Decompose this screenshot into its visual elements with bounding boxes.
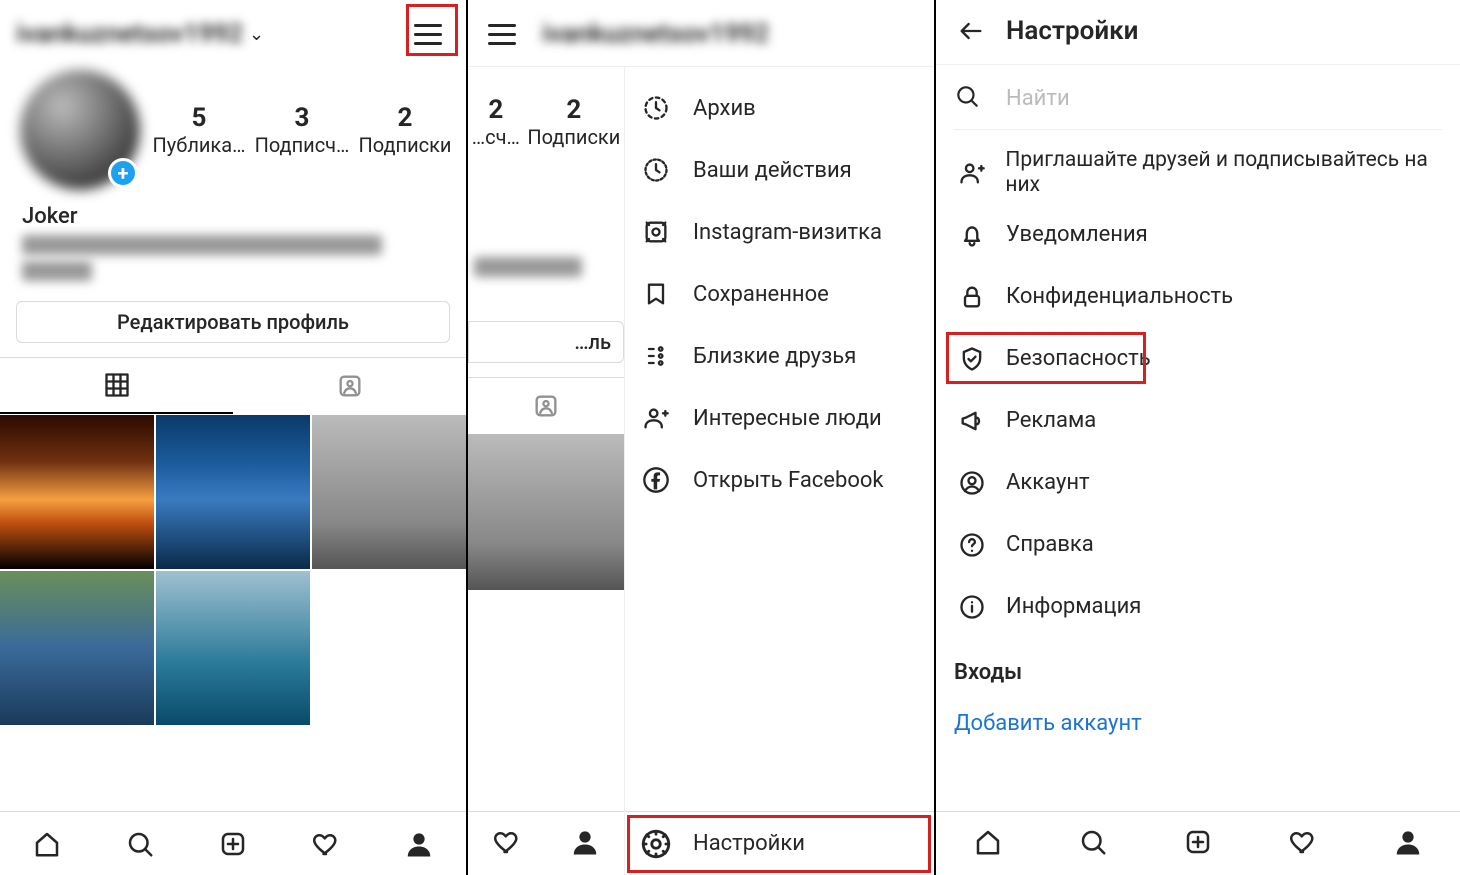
bell-icon bbox=[954, 217, 990, 253]
settings-gear-icon bbox=[639, 827, 673, 861]
search-icon bbox=[954, 83, 984, 113]
hamburger-menu-button[interactable] bbox=[406, 14, 450, 54]
add-story-icon[interactable]: + bbox=[108, 158, 138, 188]
edit-profile-frag: …ль bbox=[468, 321, 624, 363]
chevron-down-icon[interactable]: ⌄ bbox=[249, 24, 264, 45]
profile-tabs bbox=[0, 357, 466, 414]
nav-search-icon[interactable] bbox=[123, 827, 157, 861]
nav-activity-icon[interactable] bbox=[1288, 827, 1318, 861]
invite-friends-icon bbox=[954, 155, 989, 191]
add-account-link[interactable]: Добавить аккаунт bbox=[936, 689, 1460, 758]
nav-activity-icon[interactable] bbox=[492, 827, 522, 861]
nav-create-icon[interactable] bbox=[216, 827, 250, 861]
drawer-item[interactable]: Ваши действия bbox=[625, 139, 934, 201]
post-thumbnail[interactable] bbox=[312, 415, 466, 569]
page-title: Настройки bbox=[1006, 16, 1138, 46]
edit-profile-button[interactable]: Редактировать профиль bbox=[16, 301, 450, 343]
back-button[interactable] bbox=[954, 14, 988, 48]
drawer-settings-button[interactable]: Настройки bbox=[625, 811, 934, 875]
nametag-icon bbox=[639, 215, 673, 249]
nav-activity-icon[interactable] bbox=[309, 827, 343, 861]
bottom-nav bbox=[936, 811, 1460, 875]
hamburger-menu-button[interactable] bbox=[480, 14, 524, 54]
nav-home-icon[interactable] bbox=[973, 827, 1003, 861]
drawer-pane: ivankuznetsov1992 2 …сч… 2 Подписки …ль bbox=[468, 0, 936, 875]
settings-item[interactable]: Аккаунт bbox=[936, 452, 1460, 514]
post-thumbnail[interactable] bbox=[156, 571, 310, 725]
bottom-nav bbox=[0, 811, 466, 875]
search-placeholder: Найти bbox=[1006, 86, 1070, 111]
info-icon bbox=[954, 589, 990, 625]
facebook-icon bbox=[639, 463, 673, 497]
help-icon bbox=[954, 527, 990, 563]
drawer-item[interactable]: Открыть Facebook bbox=[625, 449, 934, 511]
bookmark-icon bbox=[639, 277, 673, 311]
nav-profile-icon[interactable] bbox=[1393, 827, 1423, 861]
stat-followers[interactable]: 3 Подписч… bbox=[255, 103, 350, 157]
post-thumbnail[interactable] bbox=[0, 415, 154, 569]
shield-check-icon bbox=[954, 341, 990, 377]
settings-item[interactable]: Уведомления bbox=[936, 204, 1460, 266]
drawer-item[interactable]: Instagram-визитка bbox=[625, 201, 934, 263]
drawer-item[interactable]: Близкие друзья bbox=[625, 325, 934, 387]
drawer-item[interactable]: Сохраненное bbox=[625, 263, 934, 325]
post-thumbnail[interactable] bbox=[0, 571, 154, 725]
settings-item[interactable]: Безопасность bbox=[936, 328, 1460, 390]
profile-pane: ivankuznetsov1992 ⌄ + 5 Публика… 3 Подпи… bbox=[0, 0, 468, 875]
lock-icon bbox=[954, 279, 990, 315]
tab-grid[interactable] bbox=[0, 358, 233, 414]
search-row[interactable]: Найти bbox=[954, 83, 1442, 130]
post-thumbnail[interactable] bbox=[156, 415, 310, 569]
settings-pane: Настройки Найти Приглашайте друзей и под… bbox=[936, 0, 1460, 875]
account-icon bbox=[954, 465, 990, 501]
drawer-item[interactable]: Интересные люди bbox=[625, 387, 934, 449]
side-drawer: АрхивВаши действияInstagram-визиткаСохра… bbox=[624, 67, 934, 875]
drawer-username: ivankuznetsov1992 bbox=[542, 19, 769, 49]
settings-item[interactable]: Реклама bbox=[936, 390, 1460, 452]
settings-item[interactable]: Конфиденциальность bbox=[936, 266, 1460, 328]
section-logins: Входы bbox=[936, 642, 1460, 689]
settings-item[interactable]: Справка bbox=[936, 514, 1460, 576]
settings-item[interactable]: Приглашайте друзей и подписывайтесь на н… bbox=[936, 142, 1460, 204]
close-friends-icon bbox=[639, 339, 673, 373]
discover-people-icon bbox=[639, 401, 673, 435]
bio-line bbox=[22, 261, 92, 281]
stat-posts[interactable]: 5 Публика… bbox=[153, 103, 246, 157]
username[interactable]: ivankuznetsov1992 bbox=[16, 19, 243, 49]
nav-profile-icon[interactable] bbox=[570, 827, 600, 861]
tab-tagged[interactable] bbox=[233, 358, 466, 414]
nav-create-icon[interactable] bbox=[1183, 827, 1213, 861]
nav-profile-icon[interactable] bbox=[402, 827, 436, 861]
display-name: Joker bbox=[22, 204, 444, 229]
post-thumbnail-empty bbox=[312, 571, 466, 725]
avatar[interactable]: + bbox=[20, 70, 140, 190]
bio-line bbox=[22, 235, 382, 255]
profile-underlay: 2 …сч… 2 Подписки …ль bbox=[468, 67, 624, 875]
stat-following[interactable]: 2 Подписки bbox=[358, 103, 451, 157]
posts-grid bbox=[0, 415, 466, 725]
activity-icon bbox=[639, 153, 673, 187]
drawer-item[interactable]: Архив bbox=[625, 77, 934, 139]
settings-item[interactable]: Информация bbox=[936, 576, 1460, 638]
nav-home-icon[interactable] bbox=[30, 827, 64, 861]
nav-search-icon[interactable] bbox=[1078, 827, 1108, 861]
archive-icon bbox=[639, 91, 673, 125]
megaphone-icon bbox=[954, 403, 990, 439]
